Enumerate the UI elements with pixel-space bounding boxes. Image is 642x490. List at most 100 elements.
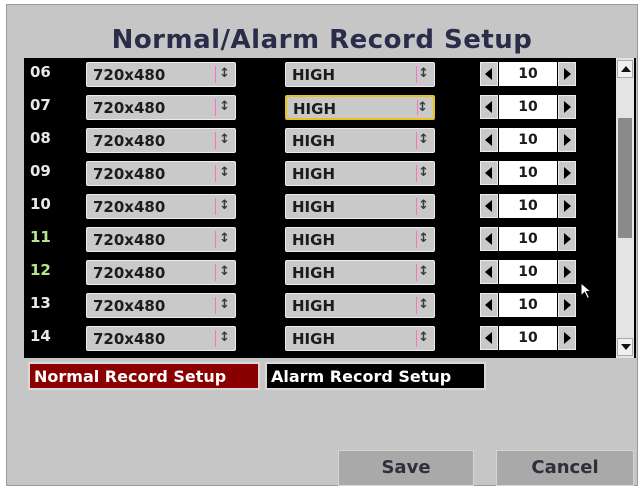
left-arrow-icon [485,233,492,245]
channel-number: 10 [30,195,51,213]
select-divider [416,165,417,182]
quality-select[interactable]: HIGH ↕ [285,326,435,351]
frame-rate-stepper[interactable]: 10 [480,127,580,153]
decrease-button[interactable] [480,260,498,284]
page-title: Normal/Alarm Record Setup [111,25,533,55]
resolution-select[interactable]: 720x480 ↕ [86,194,236,219]
select-divider [416,330,417,347]
left-arrow-icon [485,299,492,311]
quality-select[interactable]: HIGH ↕ [285,194,435,219]
frame-rate-value: 10 [499,227,557,251]
channel-number: 11 [30,228,51,246]
updown-arrows-icon: ↕ [418,330,429,345]
resolution-value: 720x480 [93,198,166,216]
tab-normal-record-setup[interactable]: Normal Record Setup [28,362,260,390]
increase-button[interactable] [558,227,576,251]
quality-select[interactable]: HIGH ↕ [285,260,435,285]
channel-table: 06 720x480 ↕ HIGH ↕ 10 07 720x480 ↕ HIGH ↕ 10 08 720x… [24,58,636,358]
resolution-select[interactable]: 720x480 ↕ [86,260,236,285]
select-divider [215,264,216,281]
channel-number: 13 [30,294,51,312]
resolution-select[interactable]: 720x480 ↕ [86,62,236,87]
decrease-button[interactable] [480,95,498,119]
resolution-value: 720x480 [93,132,166,150]
quality-select[interactable]: HIGH ↕ [285,128,435,153]
frame-rate-value: 10 [499,128,557,152]
channel-number: 14 [30,327,51,345]
quality-select[interactable]: HIGH ↕ [285,161,435,186]
right-arrow-icon [564,101,571,113]
channel-number: 06 [30,63,51,81]
increase-button[interactable] [558,95,576,119]
resolution-value: 720x480 [93,99,166,117]
cancel-button[interactable]: Cancel [496,450,634,486]
increase-button[interactable] [558,161,576,185]
updown-arrows-icon: ↕ [219,297,230,312]
channel-number: 08 [30,129,51,147]
updown-arrows-icon: ↕ [219,198,230,213]
select-divider [215,297,216,314]
updown-arrows-icon: ↕ [219,99,230,114]
decrease-button[interactable] [480,128,498,152]
save-button[interactable]: Save [338,450,474,486]
decrease-button[interactable] [480,326,498,350]
quality-select[interactable]: HIGH ↕ [285,95,435,120]
quality-select[interactable]: HIGH ↕ [285,293,435,318]
resolution-select[interactable]: 720x480 ↕ [86,326,236,351]
frame-rate-stepper[interactable]: 10 [480,61,580,87]
resolution-select[interactable]: 720x480 ↕ [86,161,236,186]
select-divider [215,132,216,149]
table-row: 12 720x480 ↕ HIGH ↕ 10 [24,256,636,288]
select-divider [416,297,417,314]
right-arrow-icon [564,332,571,344]
select-divider [416,231,417,248]
decrease-button[interactable] [480,62,498,86]
decrease-button[interactable] [480,293,498,317]
resolution-select[interactable]: 720x480 ↕ [86,128,236,153]
right-arrow-icon [564,299,571,311]
increase-button[interactable] [558,62,576,86]
increase-button[interactable] [558,293,576,317]
quality-select[interactable]: HIGH ↕ [285,62,435,87]
frame-rate-stepper[interactable]: 10 [480,193,580,219]
resolution-select[interactable]: 720x480 ↕ [86,293,236,318]
select-divider [215,66,216,83]
right-arrow-icon [564,167,571,179]
channel-number: 07 [30,96,51,114]
select-divider [416,66,417,83]
frame-rate-stepper[interactable]: 10 [480,226,580,252]
resolution-value: 720x480 [93,66,166,84]
frame-rate-value: 10 [499,293,557,317]
right-arrow-icon [564,134,571,146]
frame-rate-stepper[interactable]: 10 [480,160,580,186]
quality-value: HIGH [293,100,337,118]
increase-button[interactable] [558,260,576,284]
channel-number: 12 [30,261,51,279]
frame-rate-stepper[interactable]: 10 [480,325,580,351]
resolution-value: 720x480 [93,330,166,348]
decrease-button[interactable] [480,161,498,185]
table-row: 11 720x480 ↕ HIGH ↕ 10 [24,223,636,255]
select-divider [215,231,216,248]
resolution-select[interactable]: 720x480 ↕ [86,95,236,120]
updown-arrows-icon: ↕ [418,264,429,279]
frame-rate-stepper[interactable]: 10 [480,259,580,285]
increase-button[interactable] [558,128,576,152]
select-divider [215,165,216,182]
resolution-select[interactable]: 720x480 ↕ [86,227,236,252]
increase-button[interactable] [558,326,576,350]
select-divider [215,198,216,215]
frame-rate-value: 10 [499,95,557,119]
increase-button[interactable] [558,194,576,218]
frame-rate-value: 10 [499,161,557,185]
tab-alarm-record-setup[interactable]: Alarm Record Setup [265,362,486,390]
frame-rate-stepper[interactable]: 10 [480,292,580,318]
decrease-button[interactable] [480,227,498,251]
table-row: 06 720x480 ↕ HIGH ↕ 10 [24,58,636,90]
decrease-button[interactable] [480,194,498,218]
right-arrow-icon [564,200,571,212]
select-divider [215,330,216,347]
frame-rate-stepper[interactable]: 10 [480,94,580,120]
quality-select[interactable]: HIGH ↕ [285,227,435,252]
frame-rate-value: 10 [499,326,557,350]
